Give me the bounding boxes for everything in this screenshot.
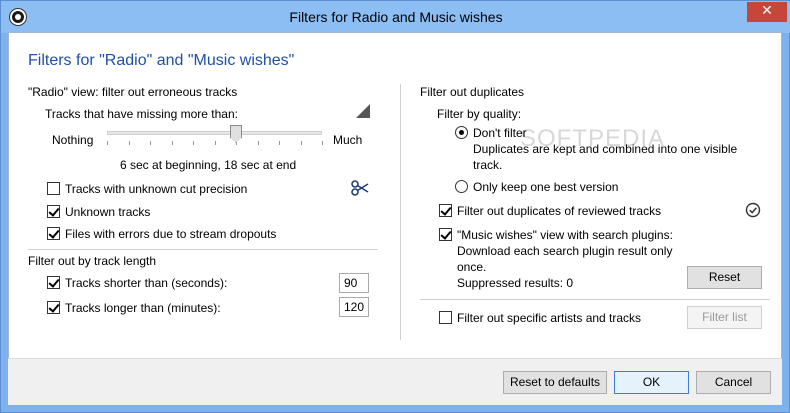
length-group-label: Filter out by track length	[28, 254, 157, 268]
unknown-cut-label: Tracks with unknown cut precision	[65, 182, 248, 196]
reviewed-duplicates-label: Filter out duplicates of reviewed tracks	[457, 204, 662, 218]
shorter-checkbox[interactable]	[47, 276, 60, 289]
stream-errors-label: Files with errors due to stream dropouts	[65, 227, 277, 241]
reset-defaults-button[interactable]: Reset to defaults	[503, 371, 607, 394]
reset-button[interactable]: Reset	[687, 266, 762, 289]
unknown-cut-checkbox[interactable]	[47, 182, 60, 195]
slider-tick	[322, 141, 323, 145]
slider-tick	[107, 141, 108, 145]
slider-tick	[193, 141, 194, 145]
title-bar: Filters for Radio and Music wishes ✕	[1, 1, 790, 33]
longer-label: Tracks longer than (minutes):	[65, 301, 221, 315]
slider-tick	[150, 141, 151, 145]
divider	[28, 249, 378, 250]
shorter-label: Tracks shorter than (seconds):	[65, 276, 228, 290]
slider-tick	[172, 141, 173, 145]
scissors-icon[interactable]	[351, 180, 369, 196]
keep-best-radio[interactable]	[455, 180, 468, 193]
dont-filter-description: Duplicates are kept and combined into on…	[473, 142, 738, 172]
slider-value-text: 6 sec at beginning, 18 sec at end	[120, 158, 297, 172]
divider	[420, 299, 770, 300]
keep-best-label: Only keep one best version	[473, 180, 619, 194]
music-wishes-description: Download each search plugin result only …	[457, 244, 673, 274]
column-divider	[400, 84, 401, 340]
dont-filter-label: Don't filter	[473, 126, 527, 140]
dup-group-label: Filter out duplicates	[420, 85, 525, 99]
slider-tick	[301, 141, 302, 145]
longer-minutes-input[interactable]: 120	[339, 297, 369, 317]
slider-tick	[279, 141, 280, 145]
longer-checkbox[interactable]	[47, 301, 60, 314]
unknown-tracks-checkbox[interactable]	[47, 205, 60, 218]
window-title: Filters for Radio and Music wishes	[289, 9, 503, 25]
resize-corner-icon	[356, 104, 370, 118]
check-circle-icon[interactable]	[745, 202, 761, 218]
slider-min-label: Nothing	[52, 133, 94, 147]
filter-list-button[interactable]: Filter list	[687, 306, 762, 329]
ok-button[interactable]: OK	[614, 371, 689, 394]
slider-tick	[129, 141, 130, 145]
reviewed-duplicates-checkbox[interactable]	[439, 204, 452, 217]
shorter-seconds-input[interactable]: 90	[339, 273, 369, 293]
radio-group-label: "Radio" view: filter out erroneous track…	[28, 85, 238, 99]
artists-filter-label: Filter out specific artists and tracks	[457, 311, 642, 325]
slider-tick	[215, 141, 216, 145]
artists-filter-checkbox[interactable]	[439, 311, 452, 324]
page-title: Filters for "Radio" and "Music wishes"	[28, 52, 295, 69]
missing-label: Tracks that have missing more than:	[45, 107, 238, 121]
slider-max-label: Much	[333, 133, 363, 147]
music-wishes-label: "Music wishes" view with search plugins:	[457, 228, 673, 242]
music-wishes-checkbox[interactable]	[439, 228, 452, 241]
quality-label: Filter by quality:	[437, 107, 522, 121]
suppressed-results: Suppressed results: 0	[457, 276, 574, 290]
stream-errors-checkbox[interactable]	[47, 227, 60, 240]
dont-filter-radio[interactable]	[455, 126, 468, 139]
cancel-button[interactable]: Cancel	[696, 371, 771, 394]
unknown-tracks-label: Unknown tracks	[65, 205, 151, 219]
close-button[interactable]: ✕	[747, 2, 787, 22]
slider-tick	[258, 141, 259, 145]
missing-slider[interactable]	[107, 131, 322, 135]
